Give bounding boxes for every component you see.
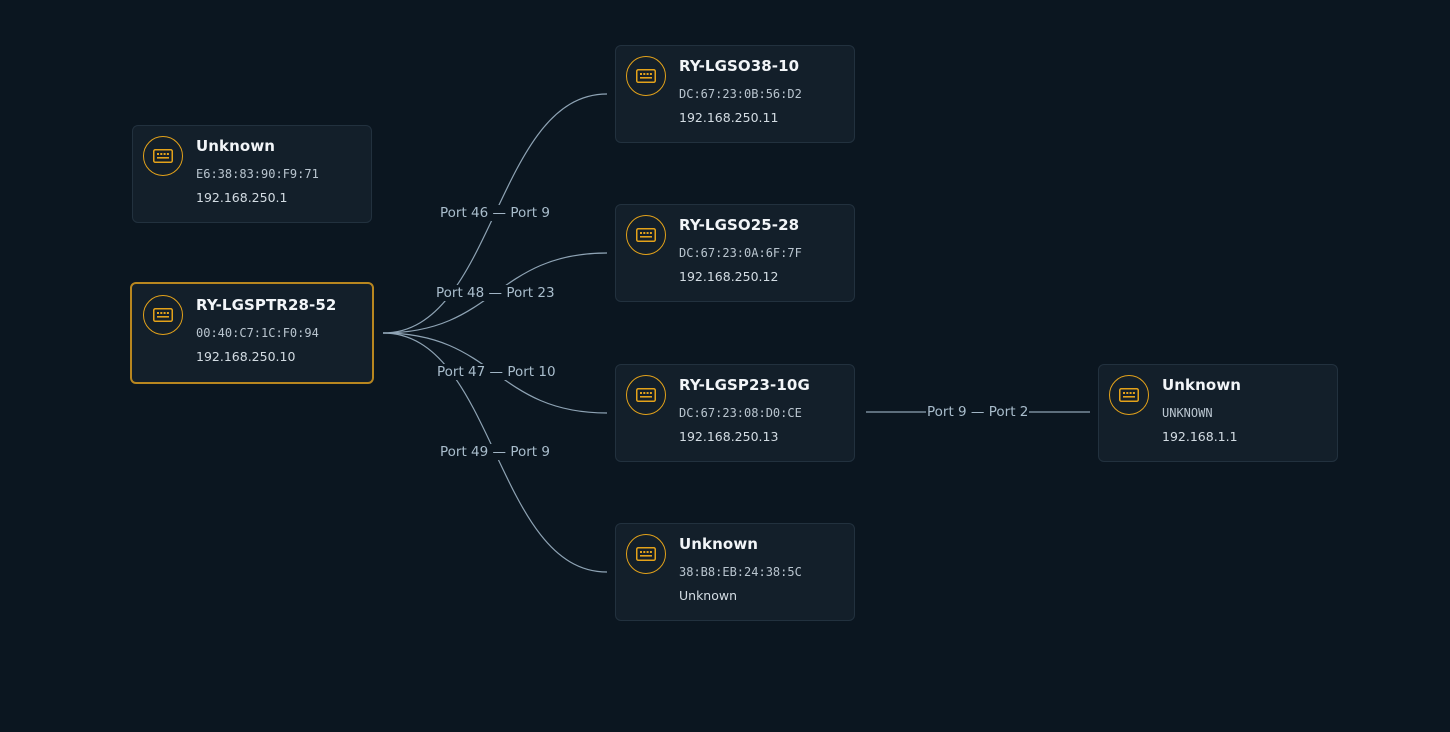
network-switch-icon <box>626 215 666 255</box>
device-mac: 00:40:C7:1C:F0:94 <box>196 326 319 340</box>
link-label: Port 49 — Port 9 <box>439 444 551 460</box>
network-switch-icon <box>1109 375 1149 415</box>
device-node[interactable]: RY-LGSP23-10G DC:67:23:08:D0:CE 192.168.… <box>615 364 855 462</box>
device-ip: 192.168.1.1 <box>1162 429 1238 444</box>
device-mac: DC:67:23:0A:6F:7F <box>679 246 802 260</box>
device-name: RY-LGSPTR28-52 <box>196 296 337 314</box>
link-label: Port 9 — Port 2 <box>926 404 1030 420</box>
device-name: Unknown <box>679 535 759 553</box>
device-name: RY-LGSO25-28 <box>679 216 800 234</box>
device-node[interactable]: RY-LGSO25-28 DC:67:23:0A:6F:7F 192.168.2… <box>615 204 855 302</box>
device-ip: 192.168.250.10 <box>196 349 296 364</box>
device-mac: 38:B8:EB:24:38:5C <box>679 565 802 579</box>
network-switch-icon <box>143 295 183 335</box>
network-switch-icon <box>143 136 183 176</box>
device-name: RY-LGSO38-10 <box>679 57 800 75</box>
device-mac: UNKNOWN <box>1162 406 1213 420</box>
network-switch-icon <box>626 375 666 415</box>
device-node[interactable]: RY-LGSO38-10 DC:67:23:0B:56:D2 192.168.2… <box>615 45 855 143</box>
device-node[interactable]: Unknown UNKNOWN 192.168.1.1 <box>1098 364 1338 462</box>
device-mac: E6:38:83:90:F9:71 <box>196 167 319 181</box>
link-label: Port 47 — Port 10 <box>436 364 557 380</box>
device-ip: Unknown <box>679 588 738 603</box>
device-ip: 192.168.250.13 <box>679 429 779 444</box>
device-name: Unknown <box>196 137 276 155</box>
topology-canvas[interactable]: Port 46 — Port 9 Port 48 — Port 23 Port … <box>0 0 1450 732</box>
device-node-selected[interactable]: RY-LGSPTR28-52 00:40:C7:1C:F0:94 192.168… <box>130 282 374 384</box>
network-switch-icon <box>626 56 666 96</box>
link-label: Port 48 — Port 23 <box>435 285 556 301</box>
device-ip: 192.168.250.1 <box>196 190 288 205</box>
device-node[interactable]: Unknown E6:38:83:90:F9:71 192.168.250.1 <box>132 125 372 223</box>
device-name: Unknown <box>1162 376 1242 394</box>
network-switch-icon <box>626 534 666 574</box>
device-node[interactable]: Unknown 38:B8:EB:24:38:5C Unknown <box>615 523 855 621</box>
device-ip: 192.168.250.12 <box>679 269 779 284</box>
device-ip: 192.168.250.11 <box>679 110 779 125</box>
device-mac: DC:67:23:08:D0:CE <box>679 406 802 420</box>
link-label: Port 46 — Port 9 <box>439 205 551 221</box>
device-mac: DC:67:23:0B:56:D2 <box>679 87 802 101</box>
device-name: RY-LGSP23-10G <box>679 376 810 394</box>
